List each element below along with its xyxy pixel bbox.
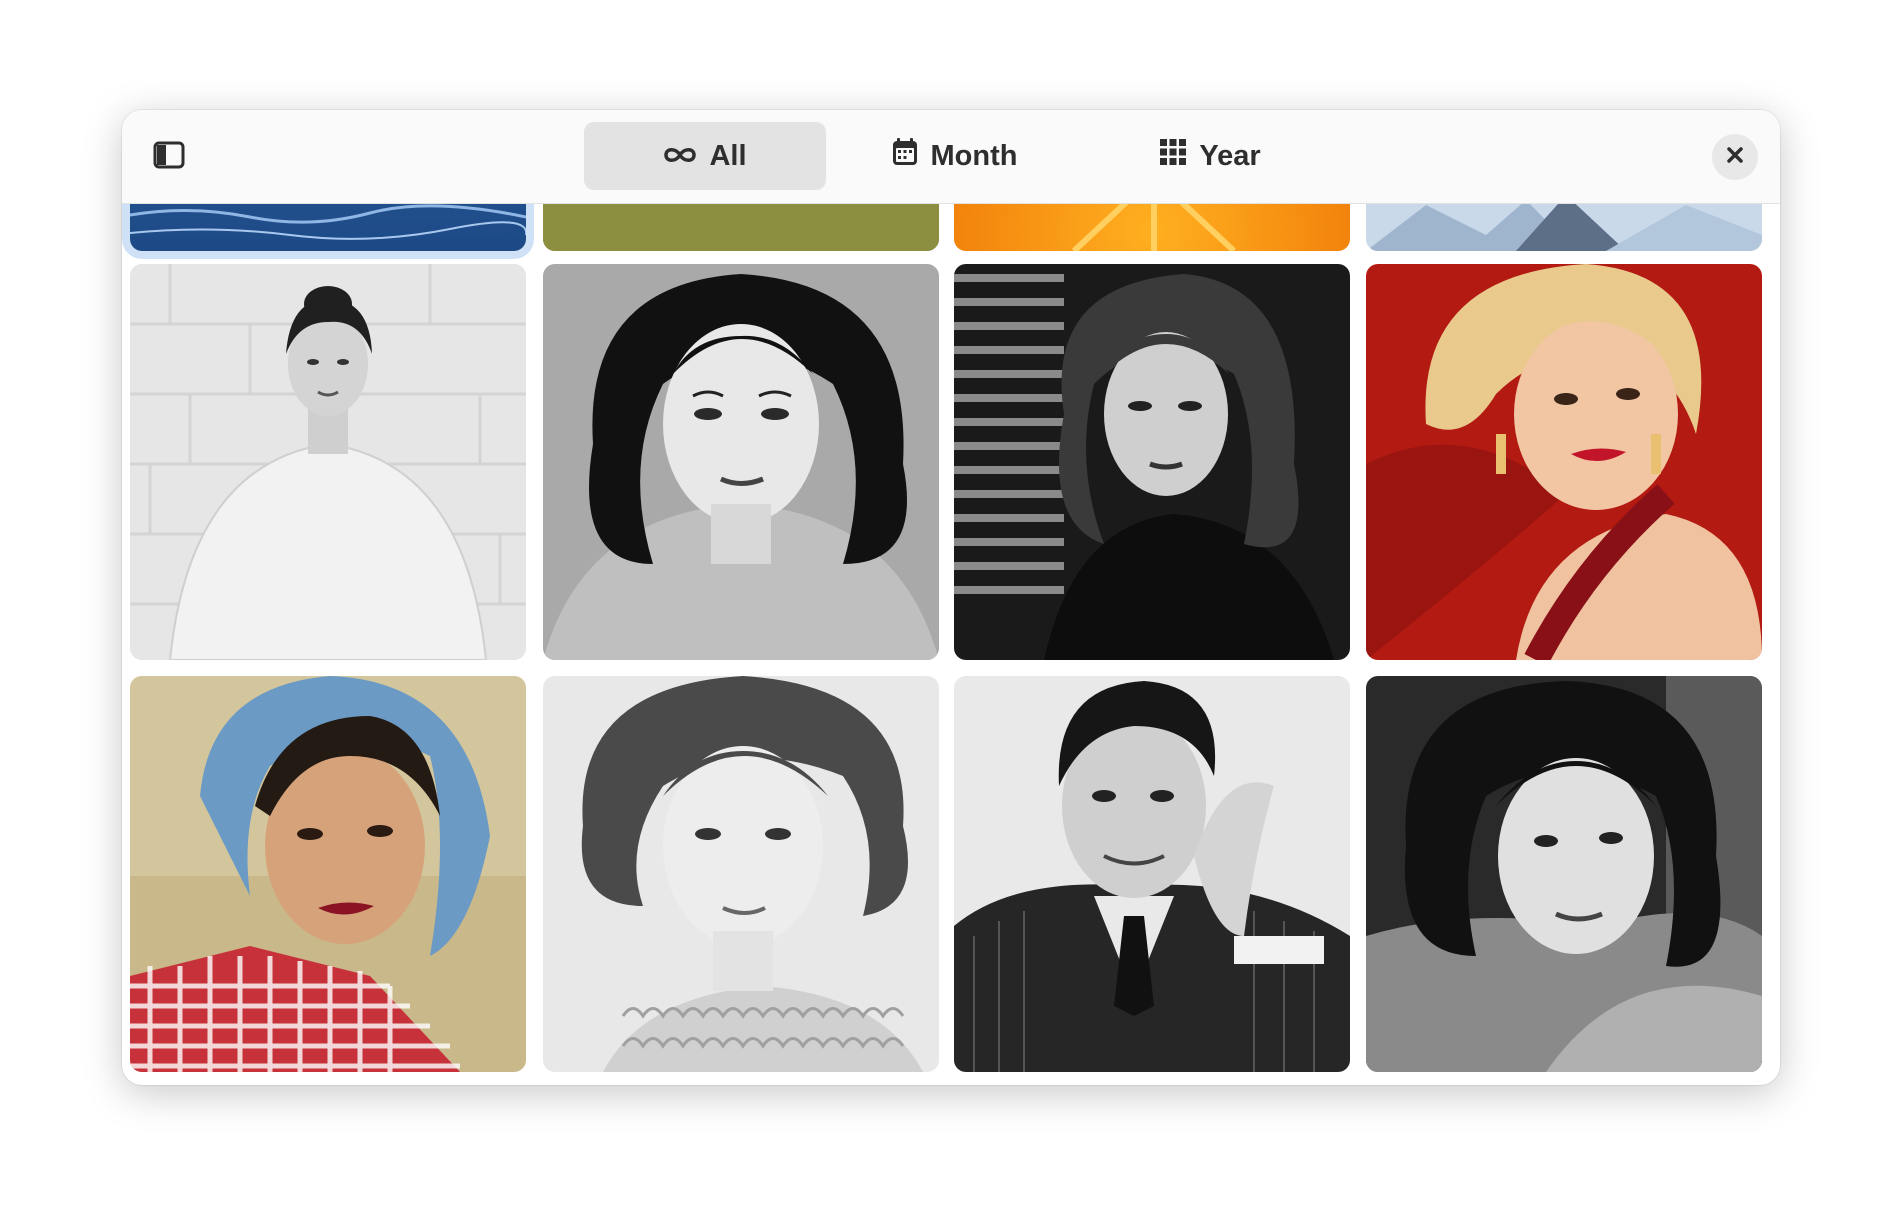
infinity-icon [663,140,697,173]
close-icon [1726,146,1744,169]
photo-grid[interactable] [122,203,1780,1085]
grass-field-photo[interactable] [543,203,939,251]
bw-portrait-man-suit[interactable] [954,676,1350,1072]
tab-all-label: All [709,139,747,172]
view-switcher: All Month Year [584,122,1338,190]
sidebar-toggle-button[interactable] [144,132,194,182]
color-portrait-blonde-red[interactable] [1366,264,1762,660]
tab-all[interactable]: All [584,122,826,190]
orange-flower-photo[interactable] [954,203,1350,251]
tab-year-label: Year [1199,139,1261,172]
close-button[interactable] [1712,134,1758,180]
bw-portrait-woman-white-top[interactable] [130,264,526,660]
bw-portrait-woman-shutters[interactable] [954,264,1350,660]
sidebar-show-icon [153,141,185,174]
header-bar: All Month Year [122,110,1780,204]
bw-portrait-woman-coat[interactable] [1366,676,1762,1072]
calendar-icon [891,137,919,175]
tab-month-label: Month [930,139,1018,172]
tab-year[interactable]: Year [1082,122,1338,190]
color-portrait-woman-blue-hat[interactable] [130,676,526,1072]
bw-portrait-woman-dark-curls[interactable] [543,264,939,660]
ice-mountain-photo[interactable] [1366,203,1762,251]
tab-month[interactable]: Month [826,122,1082,190]
grid-icon [1159,138,1187,174]
photos-window: All Month Year [122,110,1780,1085]
bw-portrait-woman-lace[interactable] [543,676,939,1072]
ocean-water-photo[interactable] [130,203,526,251]
